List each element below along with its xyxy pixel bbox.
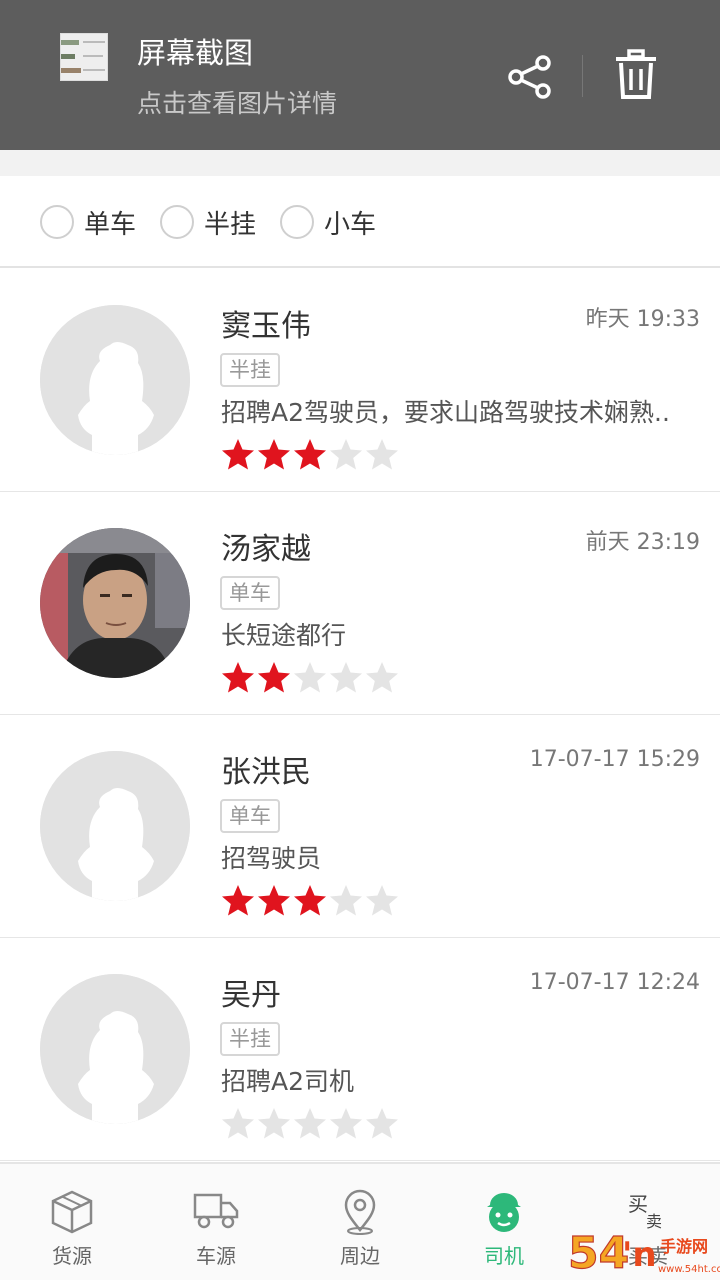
svg-text:手游网: 手游网 (660, 1237, 708, 1256)
star-empty-icon (294, 662, 326, 693)
driver-description: 招驾驶员 (221, 844, 322, 873)
star-filled-icon (222, 439, 254, 470)
post-time: 前天 23:19 (585, 530, 700, 555)
nav-label: 车源 (196, 1244, 236, 1268)
driver-name: 吴丹 (221, 978, 281, 1013)
nav-item-drivers[interactable]: 司机 (432, 1164, 576, 1280)
truck-type-tag: 半挂 (220, 353, 280, 387)
truck-type-tag: 半挂 (220, 1022, 280, 1056)
driver-list: 窦玉伟 昨天 19:33 半挂 招聘A2驾驶员，要求山路驾驶技术娴熟.. 汤家越… (0, 269, 720, 1161)
star-filled-icon (222, 662, 254, 693)
person-silhouette-icon (40, 751, 190, 901)
filter-label: 半挂 (204, 209, 257, 240)
post-time: 17-07-17 15:29 (529, 747, 700, 772)
filter-option-small[interactable]: 小车 (280, 202, 376, 242)
truck-icon (193, 1193, 239, 1229)
star-empty-icon (330, 662, 362, 693)
nav-item-trucks[interactable]: 车源 (144, 1164, 288, 1280)
truck-type-tag: 单车 (220, 799, 280, 833)
star-empty-icon (258, 1108, 290, 1139)
list-item[interactable]: 汤家越 前天 23:19 单车 长短途都行 (0, 492, 720, 715)
site-watermark-logo: 54 'n 手游网 www.54ht.com (567, 1227, 720, 1279)
driver-description: 招聘A2驾驶员，要求山路驾驶技术娴熟.. (221, 398, 670, 427)
svg-text:www.54ht.com: www.54ht.com (658, 1264, 720, 1275)
person-silhouette-icon (40, 305, 190, 455)
radio-button[interactable] (160, 205, 194, 239)
share-icon[interactable] (505, 52, 555, 102)
svg-text:'n: 'n (622, 1235, 657, 1275)
section-gap (0, 150, 720, 176)
nav-item-nearby[interactable]: 周边 (288, 1164, 432, 1280)
svg-text:买: 买 (628, 1192, 648, 1216)
trash-icon[interactable] (612, 49, 660, 101)
notification-title: 屏幕截图 (137, 36, 254, 70)
nav-label: 货源 (52, 1244, 92, 1268)
driver-icon (487, 1193, 521, 1232)
list-item[interactable]: 窦玉伟 昨天 19:33 半挂 招聘A2驾驶员，要求山路驾驶技术娴熟.. (0, 269, 720, 492)
box-icon (51, 1190, 93, 1234)
star-empty-icon (330, 1108, 362, 1139)
radio-button[interactable] (280, 205, 314, 239)
list-item[interactable]: 张洪民 17-07-17 15:29 单车 招驾驶员 (0, 715, 720, 938)
driver-name: 汤家越 (221, 532, 311, 567)
star-rating (220, 1106, 400, 1142)
truck-type-filter: 单车 半挂 小车 (0, 176, 720, 268)
location-pin-icon (344, 1189, 376, 1235)
default-avatar-icon (40, 305, 190, 455)
star-filled-icon (294, 439, 326, 470)
star-empty-icon (294, 1108, 326, 1139)
star-empty-icon (366, 662, 398, 693)
radio-button[interactable] (40, 205, 74, 239)
user-photo (40, 528, 190, 678)
star-empty-icon (222, 1108, 254, 1139)
header-divider (582, 55, 583, 97)
star-filled-icon (258, 439, 290, 470)
driver-name: 窦玉伟 (221, 309, 311, 344)
star-rating (220, 883, 400, 919)
post-time: 昨天 19:33 (585, 307, 700, 332)
star-rating (220, 660, 400, 696)
person-silhouette-icon (40, 974, 190, 1124)
filter-option-single[interactable]: 单车 (40, 202, 136, 242)
nav-label: 司机 (484, 1244, 524, 1268)
list-item[interactable]: 吴丹 17-07-17 12:24 半挂 招聘A2司机 (0, 938, 720, 1161)
filter-option-semi[interactable]: 半挂 (160, 202, 256, 242)
star-empty-icon (366, 885, 398, 916)
driver-description: 长短途都行 (221, 621, 347, 650)
screen: 屏幕截图 点击查看图片详情 单车 半挂 小车 窦玉伟 昨天 19:33 半挂 招… (0, 0, 720, 1280)
screenshot-thumbnail[interactable] (60, 33, 108, 81)
star-filled-icon (258, 885, 290, 916)
post-time: 17-07-17 12:24 (529, 970, 700, 995)
driver-description: 招聘A2司机 (221, 1067, 355, 1096)
screenshot-notification[interactable]: 屏幕截图 点击查看图片详情 (0, 0, 720, 150)
nav-item-cargo[interactable]: 货源 (0, 1164, 144, 1280)
star-filled-icon (294, 885, 326, 916)
svg-text:54: 54 (568, 1228, 629, 1279)
star-empty-icon (366, 1108, 398, 1139)
filter-label: 单车 (84, 209, 137, 240)
default-avatar-icon (40, 974, 190, 1124)
filter-label: 小车 (324, 209, 377, 240)
star-filled-icon (222, 885, 254, 916)
user-photo-image (40, 528, 190, 678)
star-empty-icon (330, 439, 362, 470)
star-empty-icon (366, 439, 398, 470)
star-rating (220, 437, 400, 473)
star-filled-icon (258, 662, 290, 693)
driver-name: 张洪民 (221, 755, 311, 790)
nav-label: 周边 (340, 1244, 380, 1268)
star-empty-icon (330, 885, 362, 916)
notification-subtitle: 点击查看图片详情 (137, 89, 338, 118)
default-avatar-icon (40, 751, 190, 901)
truck-type-tag: 单车 (220, 576, 280, 610)
